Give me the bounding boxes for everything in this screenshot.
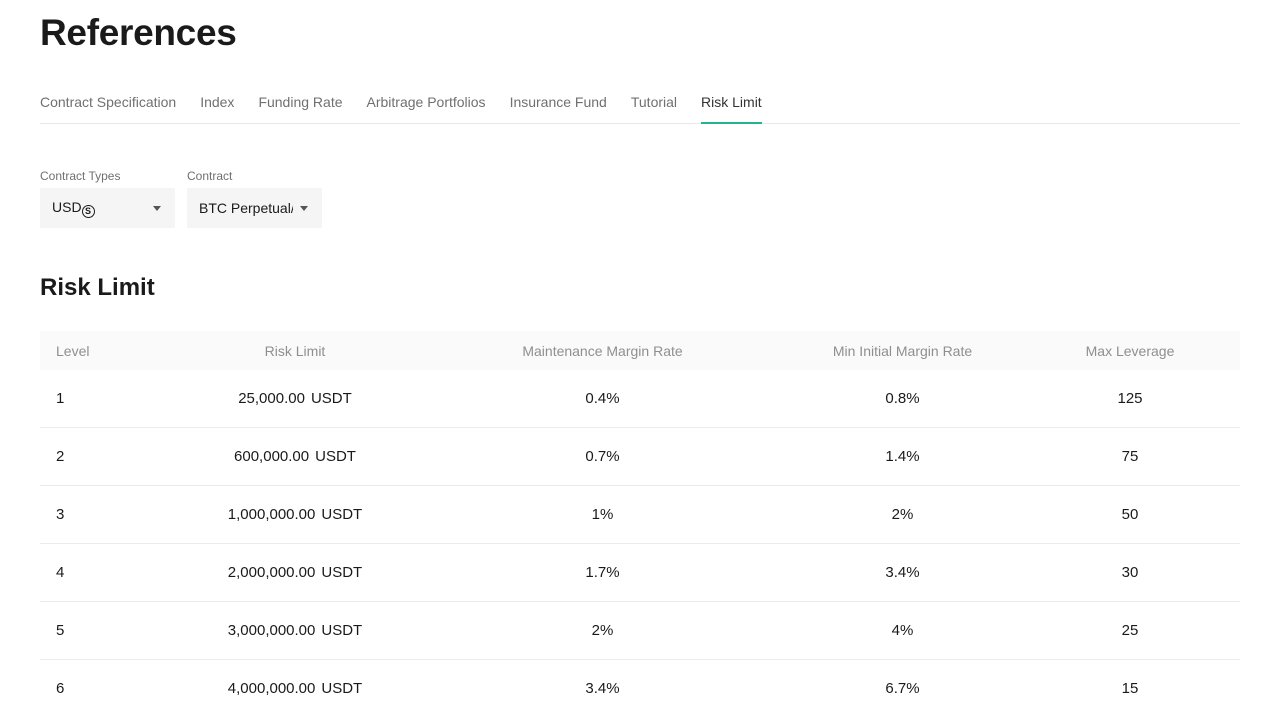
maintenance-margin-rate-cell: 0.4% — [585, 390, 620, 407]
contract-filter: Contract BTC Perpetual/ — [187, 169, 322, 228]
tab-arbitrage-portfolios[interactable]: Arbitrage Portfolios — [367, 84, 486, 123]
tab-contract-specification[interactable]: Contract Specification — [40, 84, 176, 123]
column-header-max-leverage: Max Leverage — [1085, 342, 1175, 359]
risk-limit-unit: USDT — [321, 506, 363, 523]
min-initial-margin-rate-cell: 6.7% — [885, 680, 920, 697]
contract-types-filter: Contract Types USD S — [40, 169, 175, 228]
level-cell: 2 — [56, 448, 65, 465]
maintenance-margin-rate-cell: 0.7% — [585, 448, 620, 465]
risk-limit-table: Level Risk Limit Maintenance Margin Rate… — [40, 331, 1240, 711]
min-initial-margin-rate-cell: 3.4% — [885, 564, 920, 581]
contract-types-label: Contract Types — [40, 169, 121, 183]
chevron-down-icon — [153, 206, 161, 211]
risk-limit-value: 3,000,000.00 — [227, 622, 316, 639]
column-header-min-initial-margin-rate: Min Initial Margin Rate — [832, 342, 973, 359]
maintenance-margin-rate-cell: 1% — [591, 506, 614, 523]
risk-limit-value: 2,000,000.00 — [227, 564, 316, 581]
column-header-risk-limit: Risk Limit — [264, 342, 326, 359]
max-leverage-cell: 25 — [1121, 622, 1139, 639]
risk-limit-unit: USDT — [321, 622, 363, 639]
min-initial-margin-rate-cell: 0.8% — [885, 390, 920, 407]
column-header-maintenance-margin-rate: Maintenance Margin Rate — [522, 342, 683, 359]
tab-funding-rate[interactable]: Funding Rate — [258, 84, 342, 123]
max-leverage-cell: 75 — [1121, 448, 1139, 465]
contract-select[interactable]: BTC Perpetual/ — [187, 188, 322, 228]
level-cell: 6 — [56, 680, 65, 697]
min-initial-margin-rate-cell: 4% — [891, 622, 914, 639]
reference-tabs: Contract Specification Index Funding Rat… — [40, 84, 1240, 124]
tab-insurance-fund[interactable]: Insurance Fund — [510, 84, 607, 123]
risk-limit-value: 4,000,000.00 — [227, 680, 316, 697]
maintenance-margin-rate-cell: 1.7% — [585, 564, 620, 581]
page-title: References — [40, 12, 237, 53]
tab-index[interactable]: Index — [200, 84, 234, 123]
table-row: 2 600,000.00 USDT 0.7% 1.4% 75 — [40, 428, 1240, 486]
table-row: 3 1,000,000.00 USDT 1% 2% 50 — [40, 486, 1240, 544]
max-leverage-cell: 15 — [1121, 680, 1139, 697]
level-cell: 1 — [56, 390, 65, 407]
chevron-down-icon — [300, 206, 308, 211]
risk-limit-value: 600,000.00 — [234, 448, 310, 465]
risk-limit-cell: 600,000.00 USDT — [170, 448, 420, 465]
max-leverage-cell: 125 — [1117, 390, 1143, 407]
risk-limit-cell: 4,000,000.00 USDT — [170, 680, 420, 697]
table-row: 1 25,000.00 USDT 0.4% 0.8% 125 — [40, 370, 1240, 428]
risk-limit-value: 1,000,000.00 — [227, 506, 316, 523]
risk-limit-unit: USDT — [321, 680, 363, 697]
risk-limit-unit: USDT — [315, 448, 356, 465]
min-initial-margin-rate-cell: 2% — [891, 506, 914, 523]
contract-types-value: USD S — [52, 199, 95, 218]
contract-value: BTC Perpetual/ — [199, 200, 293, 216]
table-row: 5 3,000,000.00 USDT 2% 4% 25 — [40, 602, 1240, 660]
max-leverage-cell: 30 — [1121, 564, 1139, 581]
references-page: References Contract Specification Index … — [0, 0, 1263, 711]
risk-limit-cell: 1,000,000.00 USDT — [170, 506, 420, 523]
contract-types-select[interactable]: USD S — [40, 188, 175, 228]
contract-label: Contract — [187, 169, 233, 183]
min-initial-margin-rate-cell: 1.4% — [885, 448, 920, 465]
risk-limit-cell: 2,000,000.00 USDT — [170, 564, 420, 581]
maintenance-margin-rate-cell: 2% — [591, 622, 614, 639]
maintenance-margin-rate-cell: 3.4% — [585, 680, 620, 697]
contract-types-value-text: USD — [52, 198, 82, 215]
max-leverage-cell: 50 — [1121, 506, 1139, 523]
level-cell: 4 — [56, 564, 65, 581]
column-header-level: Level — [56, 342, 90, 359]
tab-risk-limit[interactable]: Risk Limit — [701, 84, 762, 124]
tab-tutorial[interactable]: Tutorial — [631, 84, 677, 123]
table-row: 4 2,000,000.00 USDT 1.7% 3.4% 30 — [40, 544, 1240, 602]
level-cell: 5 — [56, 622, 65, 639]
level-cell: 3 — [56, 506, 65, 523]
risk-limit-unit: USDT — [321, 564, 363, 581]
risk-limit-section-title: Risk Limit — [40, 274, 155, 301]
table-header: Level Risk Limit Maintenance Margin Rate… — [40, 331, 1240, 370]
usdt-coin-icon: S — [81, 204, 95, 218]
table-row: 6 4,000,000.00 USDT 3.4% 6.7% 15 — [40, 660, 1240, 711]
risk-limit-unit: USDT — [310, 390, 352, 407]
risk-limit-cell: 25,000.00 USDT — [170, 390, 420, 407]
risk-limit-value: 25,000.00 — [238, 390, 305, 407]
risk-limit-cell: 3,000,000.00 USDT — [170, 622, 420, 639]
